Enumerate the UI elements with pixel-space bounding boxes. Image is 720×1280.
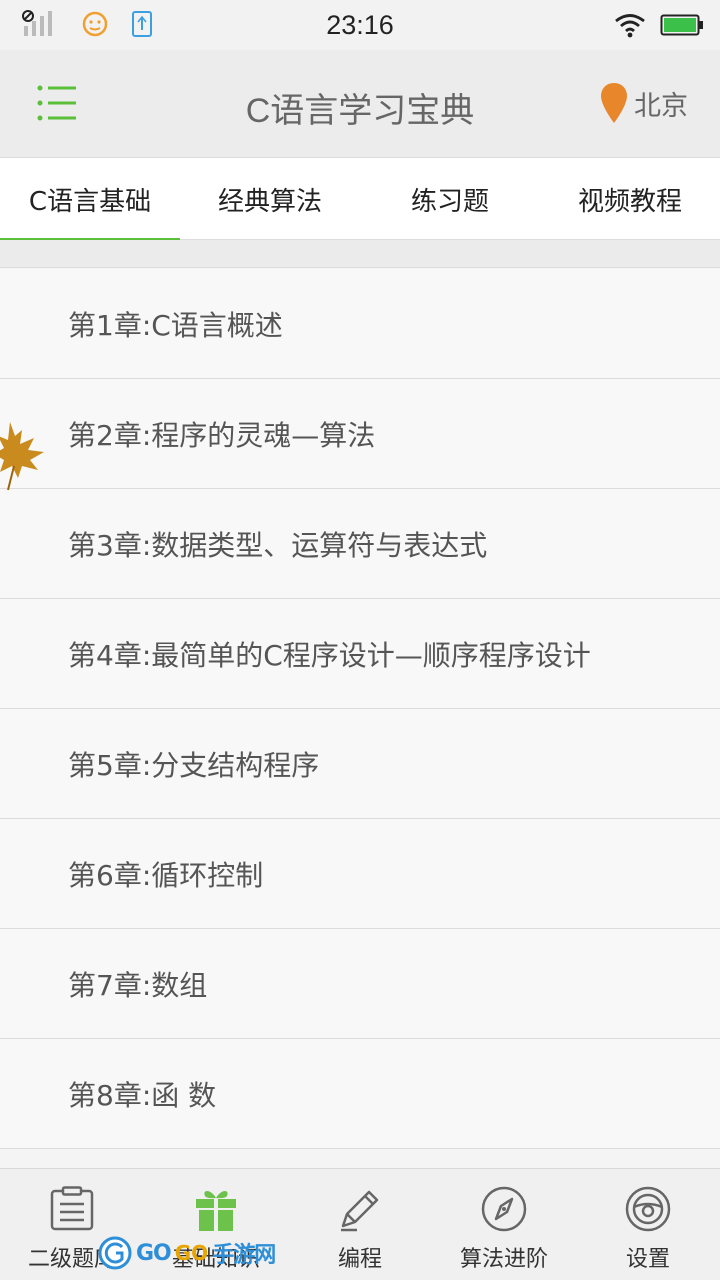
wifi-icon	[614, 12, 646, 42]
nav-algorithm-advanced[interactable]: 算法进阶	[432, 1169, 576, 1280]
list-item[interactable]: 第4章:最简单的C程序设计—顺序程序设计	[0, 599, 720, 709]
tab-classic-algorithms[interactable]: 经典算法	[180, 158, 360, 240]
list-item[interactable]: 第2章:程序的灵魂—算法	[0, 379, 720, 489]
status-bar: 23:16	[0, 0, 720, 50]
steering-wheel-icon	[624, 1185, 672, 1233]
nav-label: 设置	[625, 1247, 670, 1272]
location-label: 北京	[634, 90, 688, 122]
list-item[interactable]: 第1章:C语言概述	[0, 269, 720, 379]
tab-bar: C语言基础 经典算法 练习题 视频教程	[0, 158, 720, 241]
pencil-icon	[337, 1185, 383, 1233]
nav-programming[interactable]: 编程	[288, 1169, 432, 1280]
watermark-text-a: GO	[136, 1240, 172, 1266]
list-item[interactable]: 第5章:分支结构程序	[0, 709, 720, 819]
location-button[interactable]: 北京	[600, 82, 688, 124]
section-divider	[0, 240, 720, 268]
tab-c-basics[interactable]: C语言基础	[0, 158, 180, 241]
watermark-text-c: 手游网	[212, 1243, 276, 1268]
list-item[interactable]: 第7章:数组	[0, 929, 720, 1039]
tab-video-tutorials[interactable]: 视频教程	[540, 158, 720, 240]
list-item[interactable]: 第6章:循环控制	[0, 819, 720, 929]
status-time: 23:16	[326, 10, 394, 40]
list-item[interactable]: 第3章:数据类型、运算符与表达式	[0, 489, 720, 599]
nav-settings[interactable]: 设置	[576, 1169, 720, 1280]
app-header: C语言学习宝典 北京	[0, 50, 720, 158]
compass-icon	[480, 1185, 528, 1233]
battery-icon	[660, 13, 704, 41]
nav-label: 算法进阶	[459, 1247, 548, 1272]
watermark-icon	[98, 1236, 132, 1270]
watermark-text-b: GO	[174, 1241, 209, 1265]
map-pin-icon	[601, 83, 627, 123]
clipboard-icon	[49, 1185, 95, 1233]
watermark-logo: GO GO 手游网	[98, 1236, 276, 1270]
maple-leaf-icon	[0, 420, 50, 496]
nav-label: 编程	[337, 1247, 382, 1272]
list-item[interactable]: 第8章:函 数	[0, 1039, 720, 1149]
gift-icon	[194, 1185, 238, 1233]
tab-exercises[interactable]: 练习题	[360, 158, 540, 240]
chapter-list: 第1章:C语言概述 第2章:程序的灵魂—算法 第3章:数据类型、运算符与表达式 …	[0, 269, 720, 1149]
